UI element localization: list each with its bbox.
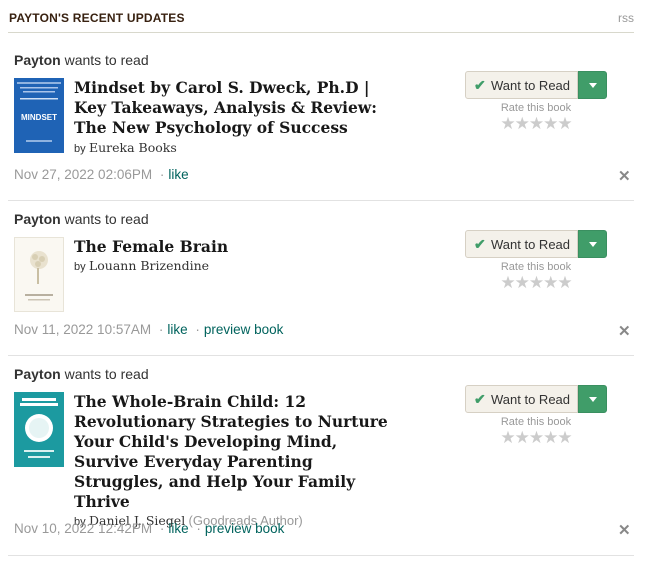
book-cover[interactable] — [14, 392, 64, 467]
book-title[interactable]: The Female Brain — [74, 237, 404, 257]
caret-down-icon — [589, 83, 597, 88]
by-label: by — [74, 143, 86, 155]
update-action: Payton wants to read — [14, 211, 149, 227]
action-text: wants to read — [64, 52, 149, 68]
update-meta: Nov 27, 2022 02:06PM · like — [14, 167, 189, 182]
want-to-read-label: Want to Read — [491, 237, 571, 252]
separator: · — [196, 521, 201, 536]
timestamp[interactable]: Nov 27, 2022 02:06PM — [14, 167, 152, 182]
updates-header: PAYTON'S RECENT UPDATES rss — [8, 0, 634, 33]
want-to-read-button[interactable]: ✔ Want to Read — [465, 230, 578, 258]
want-to-read-button-group: ✔ Want to Read — [465, 385, 607, 413]
book-author-line: by Louann Brizendine — [74, 258, 404, 273]
book-cover[interactable] — [14, 237, 64, 312]
shelf-dropdown-button[interactable] — [578, 385, 607, 413]
user-link[interactable]: Payton — [14, 366, 61, 382]
book-author-line: by Eureka Books — [74, 140, 404, 155]
check-icon: ✔ — [474, 391, 486, 407]
book-title[interactable]: The Whole-Brain Child: 12 Revolutionary … — [74, 392, 404, 512]
check-icon: ✔ — [474, 77, 486, 93]
book-info: Mindset by Carol S. Dweck, Ph.D | Key Ta… — [74, 78, 404, 155]
close-icon[interactable]: ✕ — [618, 167, 631, 185]
cover-image — [14, 392, 64, 467]
rating-widget: Rate this book ★★★★★ — [465, 416, 607, 448]
update-item: Payton wants to read The Whole-Brain Chi… — [8, 356, 634, 556]
author-link[interactable]: Louann Brizendine — [89, 258, 209, 273]
star-rating[interactable]: ★★★★★ — [500, 274, 572, 291]
check-icon: ✔ — [474, 236, 486, 252]
action-text: wants to read — [64, 211, 149, 227]
book-title[interactable]: Mindset by Carol S. Dweck, Ph.D | Key Ta… — [74, 78, 404, 138]
close-icon[interactable]: ✕ — [618, 521, 631, 539]
want-to-read-button-group: ✔ Want to Read — [465, 230, 607, 258]
like-link[interactable]: like — [168, 521, 188, 536]
rate-label: Rate this book — [500, 261, 572, 273]
book-info: The Whole-Brain Child: 12 Revolutionary … — [74, 392, 404, 528]
update-action: Payton wants to read — [14, 52, 149, 68]
update-action: Payton wants to read — [14, 366, 149, 382]
separator: · — [159, 167, 165, 182]
action-text: wants to read — [64, 366, 149, 382]
rate-label: Rate this book — [500, 102, 572, 114]
rate-label: Rate this book — [500, 416, 572, 428]
separator: · — [159, 521, 165, 536]
update-meta: Nov 11, 2022 10:57AM · like · preview book — [14, 322, 283, 337]
shelf-dropdown-button[interactable] — [578, 71, 607, 99]
like-link[interactable]: like — [167, 322, 187, 337]
author-link[interactable]: Eureka Books — [89, 140, 177, 155]
rating-widget: Rate this book ★★★★★ — [465, 261, 607, 293]
section-title: PAYTON'S RECENT UPDATES — [9, 11, 185, 25]
caret-down-icon — [589, 242, 597, 247]
like-link[interactable]: like — [168, 167, 188, 182]
update-item: Payton wants to read The Female Brain by… — [8, 201, 634, 356]
user-link[interactable]: Payton — [14, 52, 61, 68]
want-to-read-button-group: ✔ Want to Read — [465, 71, 607, 99]
close-icon[interactable]: ✕ — [618, 322, 631, 340]
cover-image: MINDSET — [14, 78, 64, 153]
shelf-dropdown-button[interactable] — [578, 230, 607, 258]
rss-link[interactable]: rss — [618, 11, 634, 25]
cover-image — [15, 238, 63, 311]
user-link[interactable]: Payton — [14, 211, 61, 227]
separator: · — [158, 322, 164, 337]
timestamp[interactable]: Nov 10, 2022 12:42PM — [14, 521, 152, 536]
want-to-read-button[interactable]: ✔ Want to Read — [465, 71, 578, 99]
star-rating[interactable]: ★★★★★ — [500, 115, 572, 132]
book-cover[interactable]: MINDSET — [14, 78, 64, 153]
book-info: The Female Brain by Louann Brizendine — [74, 237, 404, 273]
update-item: Payton wants to read MINDSET Mindset by … — [8, 33, 634, 201]
separator: · — [195, 322, 200, 337]
want-to-read-button[interactable]: ✔ Want to Read — [465, 385, 578, 413]
want-to-read-label: Want to Read — [491, 78, 571, 93]
timestamp[interactable]: Nov 11, 2022 10:57AM — [14, 322, 151, 337]
rating-widget: Rate this book ★★★★★ — [465, 102, 607, 134]
update-meta: Nov 10, 2022 12:42PM · like · preview book — [14, 521, 284, 536]
preview-book-link[interactable]: preview book — [205, 521, 285, 536]
caret-down-icon — [589, 397, 597, 402]
star-rating[interactable]: ★★★★★ — [500, 429, 572, 446]
preview-book-link[interactable]: preview book — [204, 322, 284, 337]
svg-text:MINDSET: MINDSET — [21, 113, 57, 122]
want-to-read-label: Want to Read — [491, 392, 571, 407]
by-label: by — [74, 261, 86, 273]
